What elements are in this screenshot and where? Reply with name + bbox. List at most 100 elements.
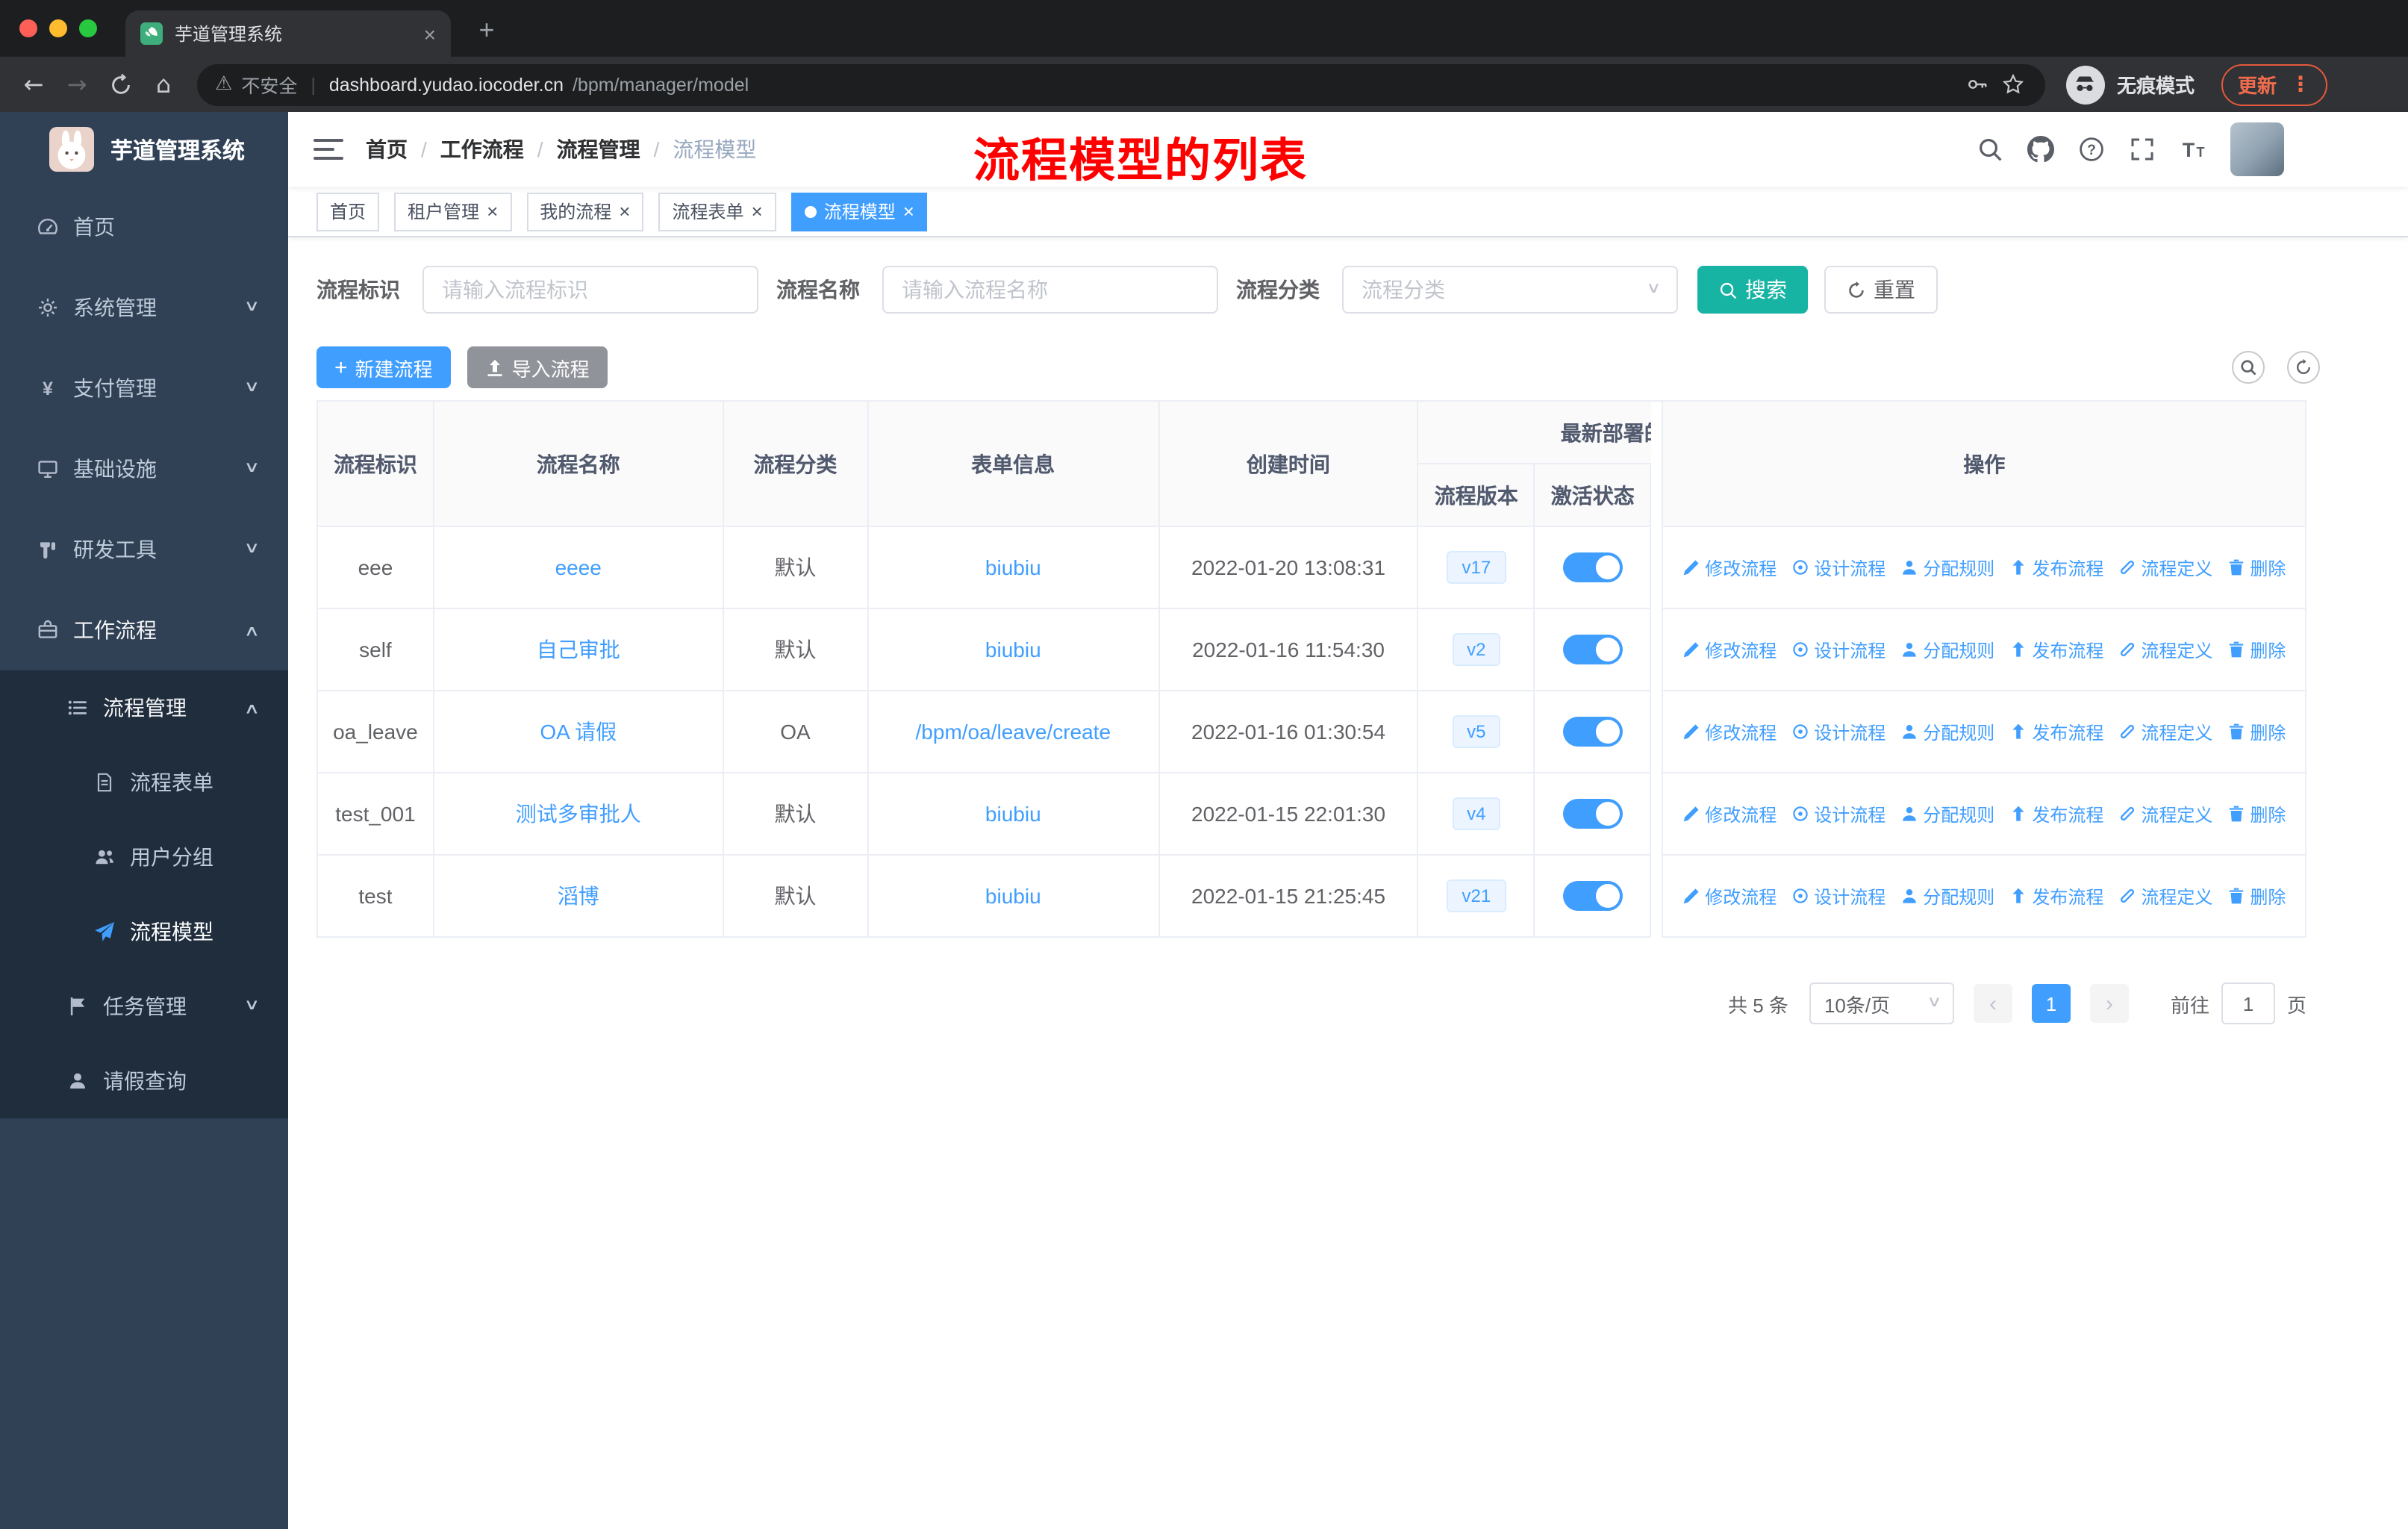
goto-page-input[interactable]	[2221, 983, 2275, 1024]
prev-page-button[interactable]: ‹	[1973, 984, 2012, 1023]
sidebar-item-home[interactable]: 首页	[0, 187, 288, 267]
sidebar-item-process-form[interactable]: 流程表单	[0, 745, 288, 820]
sidebar-logo[interactable]: 芋道管理系统	[0, 112, 288, 187]
process-name-link[interactable]: eeee	[555, 555, 602, 579]
browser-tab[interactable]: 芋道管理系统 ×	[125, 10, 451, 57]
action-design[interactable]: 设计流程	[1791, 555, 1885, 580]
category-select[interactable]: 流程分类 ∨	[1342, 266, 1678, 314]
hamburger-icon[interactable]	[314, 139, 343, 160]
breadcrumb-item[interactable]: 流程管理	[557, 134, 640, 164]
action-modify[interactable]: 修改流程	[1682, 719, 1777, 744]
window-minimize-button[interactable]	[49, 19, 67, 37]
tab-tenant-management[interactable]: 租户管理 ×	[394, 192, 512, 231]
active-toggle[interactable]	[1562, 552, 1623, 582]
toggle-search-button[interactable]	[2232, 351, 2265, 384]
sidebar-item-dev-tools[interactable]: 研发工具 ∨	[0, 509, 288, 590]
sidebar-item-user-group[interactable]: 用户分组	[0, 820, 288, 894]
sidebar-item-process-management[interactable]: 流程管理 ∨	[0, 670, 288, 745]
active-toggle[interactable]	[1562, 881, 1623, 911]
action-publish[interactable]: 发布流程	[2009, 883, 2103, 909]
form-link[interactable]: biubiu	[985, 884, 1041, 908]
form-link[interactable]: /bpm/oa/leave/create	[916, 720, 1111, 744]
sidebar-item-payment-management[interactable]: ¥ 支付管理 ∨	[0, 348, 288, 429]
action-delete[interactable]: 删除	[2227, 637, 2286, 662]
breadcrumb-item[interactable]: 工作流程	[440, 134, 524, 164]
action-definition[interactable]: 流程定义	[2118, 637, 2212, 662]
action-assign-rule[interactable]: 分配规则	[1900, 637, 1994, 662]
form-link[interactable]: biubiu	[985, 638, 1041, 661]
active-toggle[interactable]	[1562, 717, 1623, 747]
form-link[interactable]: biubiu	[985, 802, 1041, 826]
help-icon[interactable]: ?	[2078, 136, 2105, 163]
back-icon[interactable]: ←	[12, 63, 55, 105]
action-definition[interactable]: 流程定义	[2118, 801, 2212, 826]
action-publish[interactable]: 发布流程	[2009, 801, 2103, 826]
github-icon[interactable]	[2027, 136, 2054, 163]
sidebar-item-system-management[interactable]: 系统管理 ∨	[0, 267, 288, 348]
new-tab-button[interactable]: +	[469, 12, 505, 48]
process-id-input[interactable]	[422, 266, 758, 314]
action-delete[interactable]: 删除	[2227, 719, 2286, 744]
import-process-button[interactable]: 导入流程	[467, 346, 608, 388]
tab-process-model[interactable]: 流程模型 ×	[790, 192, 928, 231]
window-close-button[interactable]	[19, 19, 37, 37]
next-page-button[interactable]: ›	[2089, 984, 2129, 1023]
search-button[interactable]: 搜索	[1697, 266, 1808, 314]
sidebar-item-workflow[interactable]: 工作流程 ∨	[0, 590, 288, 670]
action-design[interactable]: 设计流程	[1791, 801, 1885, 826]
close-icon[interactable]: ×	[619, 202, 630, 221]
form-link[interactable]: biubiu	[985, 555, 1041, 579]
star-icon[interactable]	[2000, 71, 2027, 98]
action-definition[interactable]: 流程定义	[2118, 719, 2212, 744]
action-design[interactable]: 设计流程	[1791, 719, 1885, 744]
create-process-button[interactable]: + 新建流程	[316, 346, 451, 388]
action-assign-rule[interactable]: 分配规则	[1900, 801, 1994, 826]
address-bar[interactable]: ⚠ 不安全 | dashboard.yudao.iocoder.cn/bpm/m…	[197, 63, 2045, 105]
refresh-table-button[interactable]	[2287, 351, 2320, 384]
fullscreen-icon[interactable]	[2129, 136, 2156, 163]
action-definition[interactable]: 流程定义	[2118, 555, 2212, 580]
process-name-link[interactable]: 自己审批	[537, 635, 620, 664]
update-button[interactable]: 更新 ⋮	[2221, 63, 2327, 105]
process-name-input[interactable]	[882, 266, 1218, 314]
close-icon[interactable]: ×	[903, 202, 914, 221]
action-delete[interactable]: 删除	[2227, 555, 2286, 580]
page-1-button[interactable]: 1	[2031, 984, 2071, 1023]
page-size-select[interactable]: 10条/页 ∨	[1809, 983, 1954, 1024]
sidebar-item-leave-query[interactable]: 请假查询	[0, 1044, 288, 1118]
sidebar-item-infrastructure[interactable]: 基础设施 ∨	[0, 429, 288, 509]
action-publish[interactable]: 发布流程	[2009, 719, 2103, 744]
action-design[interactable]: 设计流程	[1791, 637, 1885, 662]
key-icon[interactable]	[1965, 71, 1991, 98]
tab-process-form[interactable]: 流程表单 ×	[658, 192, 776, 231]
action-delete[interactable]: 删除	[2227, 883, 2286, 909]
process-name-link[interactable]: OA 请假	[540, 717, 617, 747]
reset-button[interactable]: 重置	[1824, 266, 1938, 314]
reload-icon[interactable]	[99, 63, 142, 105]
sidebar-item-process-model[interactable]: 流程模型	[0, 894, 288, 969]
sidebar-item-task-management[interactable]: 任务管理 ∨	[0, 969, 288, 1044]
action-publish[interactable]: 发布流程	[2009, 637, 2103, 662]
action-modify[interactable]: 修改流程	[1682, 801, 1777, 826]
active-toggle[interactable]	[1562, 799, 1623, 829]
tab-home[interactable]: 首页	[316, 192, 380, 231]
action-assign-rule[interactable]: 分配规则	[1900, 719, 1994, 744]
action-assign-rule[interactable]: 分配规则	[1900, 555, 1994, 580]
action-delete[interactable]: 删除	[2227, 801, 2286, 826]
kebab-menu-icon[interactable]: ⋮	[2290, 74, 2311, 95]
home-icon[interactable]: ⌂	[142, 63, 185, 105]
action-modify[interactable]: 修改流程	[1682, 637, 1777, 662]
search-icon[interactable]	[1977, 136, 2003, 163]
close-icon[interactable]: ×	[487, 202, 498, 221]
active-toggle[interactable]	[1562, 635, 1623, 664]
breadcrumb-item[interactable]: 首页	[366, 134, 408, 164]
action-assign-rule[interactable]: 分配规则	[1900, 883, 1994, 909]
close-icon[interactable]: ×	[752, 202, 763, 221]
forward-icon[interactable]: →	[55, 63, 99, 105]
window-zoom-button[interactable]	[79, 19, 97, 37]
tab-close-icon[interactable]: ×	[424, 23, 436, 44]
action-modify[interactable]: 修改流程	[1682, 883, 1777, 909]
action-publish[interactable]: 发布流程	[2009, 555, 2103, 580]
action-design[interactable]: 设计流程	[1791, 883, 1885, 909]
avatar[interactable]	[2230, 122, 2284, 176]
